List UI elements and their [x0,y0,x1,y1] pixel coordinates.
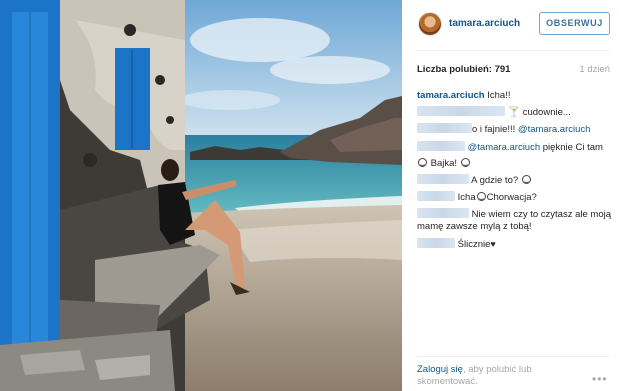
comment-text: mamę zawsze mylą z tobą! [417,221,532,233]
comment-item: @tamara.arciuch pięknie Ci tam [417,140,612,154]
post-header: tamara.arciuch OBSERWUJ [402,0,619,50]
heart-icon: ♥ [490,238,496,249]
login-prompt: Zaloguj się, aby polubić lub skomentować… [417,364,582,388]
comment-username-redacted[interactable] [417,106,505,117]
comment-text: Nie wiem czy to czytasz ale moją [471,209,612,221]
smile-icon [521,174,531,184]
comment-item: A gdzie to? [417,173,612,187]
comment-item: o i fajnie!!! @tamara.arciuch [417,123,612,136]
smile-icon [460,157,470,167]
likes-label: Liczba polubień: [417,64,492,75]
comment-mention[interactable]: @tamara.arciuch [518,124,590,135]
comment-item: Nie wiem czy to czytasz ale moją mamę za… [417,208,612,233]
comment-item: Ślicznie♥ [417,237,612,251]
comment-text: cudownie... [522,107,571,119]
comment-text: Icha [457,192,476,204]
comment-username[interactable]: tamara.arciuch [417,90,485,101]
comment-username-redacted[interactable] [417,191,455,202]
header-divider [417,50,610,51]
comment-username-redacted[interactable] [417,237,455,248]
comment-item: 🍸 cudownie... [417,106,612,119]
cocktail-icon: 🍸 [507,107,521,119]
comment-text: Ślicznie [457,238,491,250]
comment-text: Chorwacja? [486,192,537,204]
comment-item: Icha Chorwacja? [417,191,612,204]
comment-text: A gdzie to? [471,174,519,186]
comment-text: Icha!! [487,90,511,101]
comment-username-redacted[interactable] [417,208,469,219]
more-options-icon[interactable]: ••• [592,372,608,386]
comment-list: tamara.arciuch Icha!! 🍸 cudownie... o i … [417,90,612,255]
post-time[interactable]: 1 dzień [579,64,610,75]
likes-row: Liczba polubień: 791 1 dzień [417,64,610,78]
login-link[interactable]: Zaloguj się [417,364,463,375]
footer-divider [417,356,610,357]
smile-icon [418,157,427,167]
comment-username-redacted[interactable] [417,140,465,151]
author-username[interactable]: tamara.arciuch [449,18,520,29]
comment-text: o i fajnie!!! [472,124,516,136]
post-sidebar: tamara.arciuch OBSERWUJ Liczba polubień:… [402,0,619,391]
comment-username-redacted[interactable] [417,123,472,134]
comment-username-redacted[interactable] [417,173,469,184]
comment-text: pięknie Ci tam [542,141,603,153]
comment-item: tamara.arciuch Icha!! [417,90,612,102]
smile-icon [476,192,486,202]
comment-mention[interactable]: @tamara.arciuch [468,142,540,153]
comment-text: Bajka! [430,157,458,169]
beach-photo-image [0,0,402,391]
comment-item: Bajka! [417,157,612,170]
likes-count[interactable]: 791 [495,64,511,75]
avatar[interactable] [418,12,442,36]
post-photo[interactable] [0,0,402,391]
follow-button[interactable]: OBSERWUJ [539,12,610,35]
